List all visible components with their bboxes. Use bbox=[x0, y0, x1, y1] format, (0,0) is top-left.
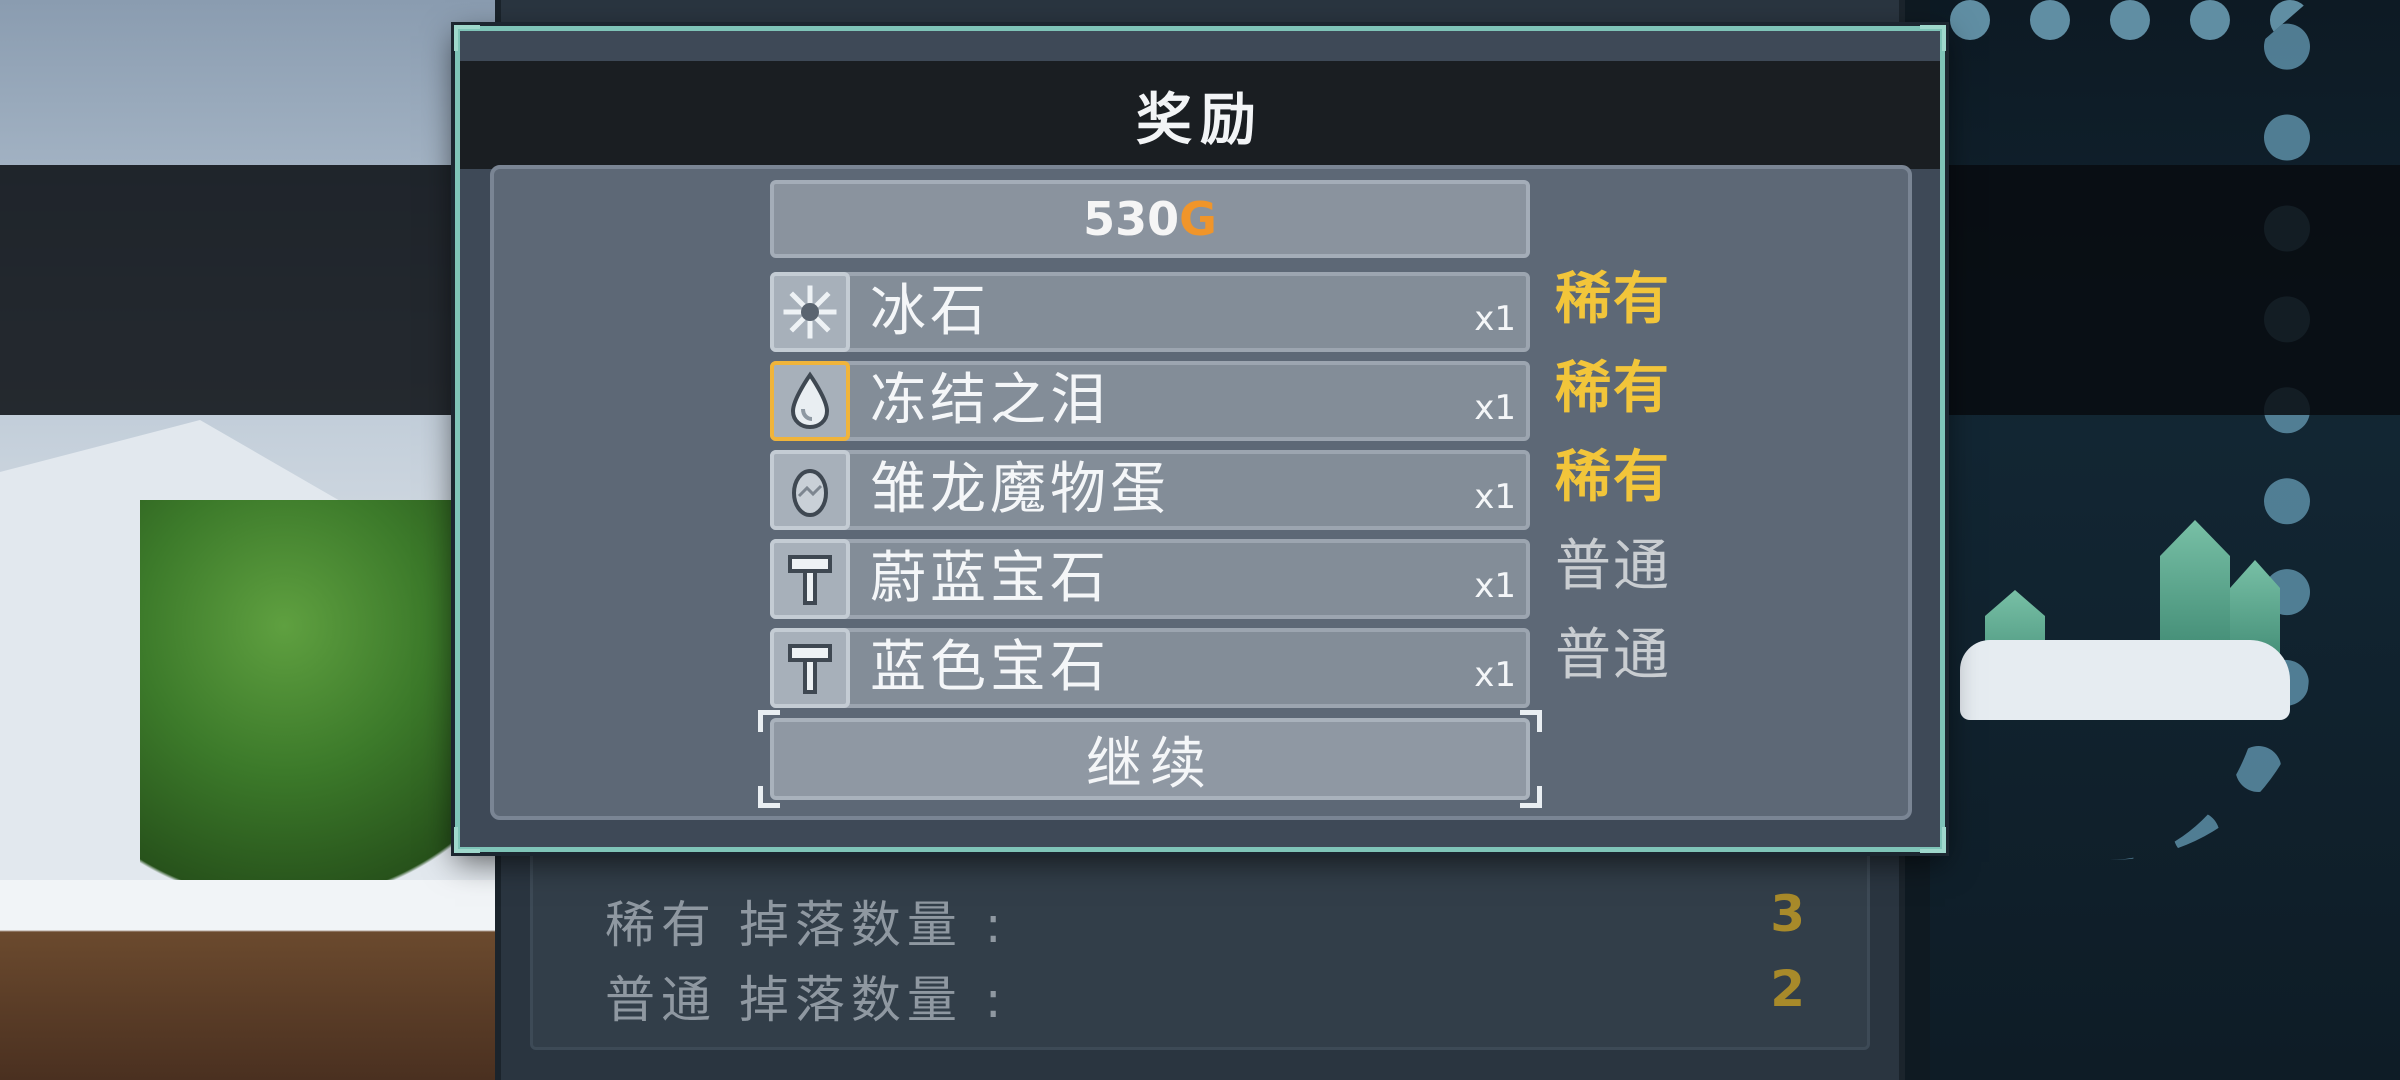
reward-item-name: 蔚蓝宝石 bbox=[870, 546, 1110, 611]
dialog-corner bbox=[1920, 25, 1946, 51]
dialog-corner bbox=[1920, 827, 1946, 853]
reward-item-qty: x1 bbox=[1474, 388, 1516, 428]
stat-label: 稀有 掉落数量 : bbox=[605, 896, 1008, 954]
gold-amount: 530 bbox=[1083, 192, 1180, 246]
reward-item-name: 冰石 bbox=[870, 279, 990, 344]
stat-row-rare-drops: 稀有 掉落数量 : 3 bbox=[605, 885, 1805, 955]
ice-stone-icon bbox=[770, 272, 850, 352]
stat-row-common-drops: 普通 掉落数量 : 2 bbox=[605, 960, 1805, 1030]
hammer-icon bbox=[770, 628, 850, 708]
dialog-corner bbox=[454, 25, 480, 51]
reward-item-qty: x1 bbox=[1474, 655, 1516, 695]
reward-item-name: 冻结之泪 bbox=[870, 368, 1110, 433]
continue-button[interactable]: 继续 bbox=[770, 718, 1530, 800]
gold-reward: 530 G bbox=[770, 180, 1530, 258]
reward-item-name: 雏龙魔物蛋 bbox=[870, 457, 1170, 522]
reward-item-name: 蓝色宝石 bbox=[870, 635, 1110, 700]
reward-item-rarity: 普通 bbox=[1555, 623, 1671, 688]
gold-unit: G bbox=[1179, 192, 1217, 246]
snow-ledge bbox=[1960, 640, 2290, 720]
reward-item-rarity: 稀有 bbox=[1555, 445, 1671, 510]
reward-item-qty: x1 bbox=[1474, 566, 1516, 606]
dialog-corner bbox=[454, 827, 480, 853]
reward-item[interactable]: 冻结之泪 x1 bbox=[770, 361, 1530, 441]
stat-value: 2 bbox=[1770, 960, 1805, 1018]
reward-item[interactable]: 冰石 x1 bbox=[770, 272, 1530, 352]
dialog-title: 奖励 bbox=[460, 61, 1940, 169]
reward-item-rarity: 普通 bbox=[1555, 534, 1671, 599]
frozen-tear-icon bbox=[770, 361, 850, 441]
button-focus-corner bbox=[758, 710, 780, 732]
hammer-icon bbox=[770, 539, 850, 619]
reward-item[interactable]: 雏龙魔物蛋 x1 bbox=[770, 450, 1530, 530]
button-focus-corner bbox=[1520, 710, 1542, 732]
stat-label: 普通 掉落数量 : bbox=[605, 971, 1008, 1029]
button-focus-corner bbox=[1520, 786, 1542, 808]
tree-cluster bbox=[140, 500, 500, 920]
reward-item-qty: x1 bbox=[1474, 477, 1516, 517]
button-focus-corner bbox=[758, 786, 780, 808]
reward-item-rarity: 稀有 bbox=[1555, 267, 1671, 332]
reward-item-qty: x1 bbox=[1474, 299, 1516, 339]
reward-item-rarity: 稀有 bbox=[1555, 356, 1671, 421]
ice-cave-rim bbox=[1950, 0, 2310, 860]
continue-label: 继续 bbox=[1086, 731, 1214, 797]
stat-value: 3 bbox=[1770, 885, 1805, 943]
dragon-egg-icon bbox=[770, 450, 850, 530]
ground bbox=[0, 880, 520, 1080]
reward-item[interactable]: 蓝色宝石 x1 bbox=[770, 628, 1530, 708]
reward-item[interactable]: 蔚蓝宝石 x1 bbox=[770, 539, 1530, 619]
